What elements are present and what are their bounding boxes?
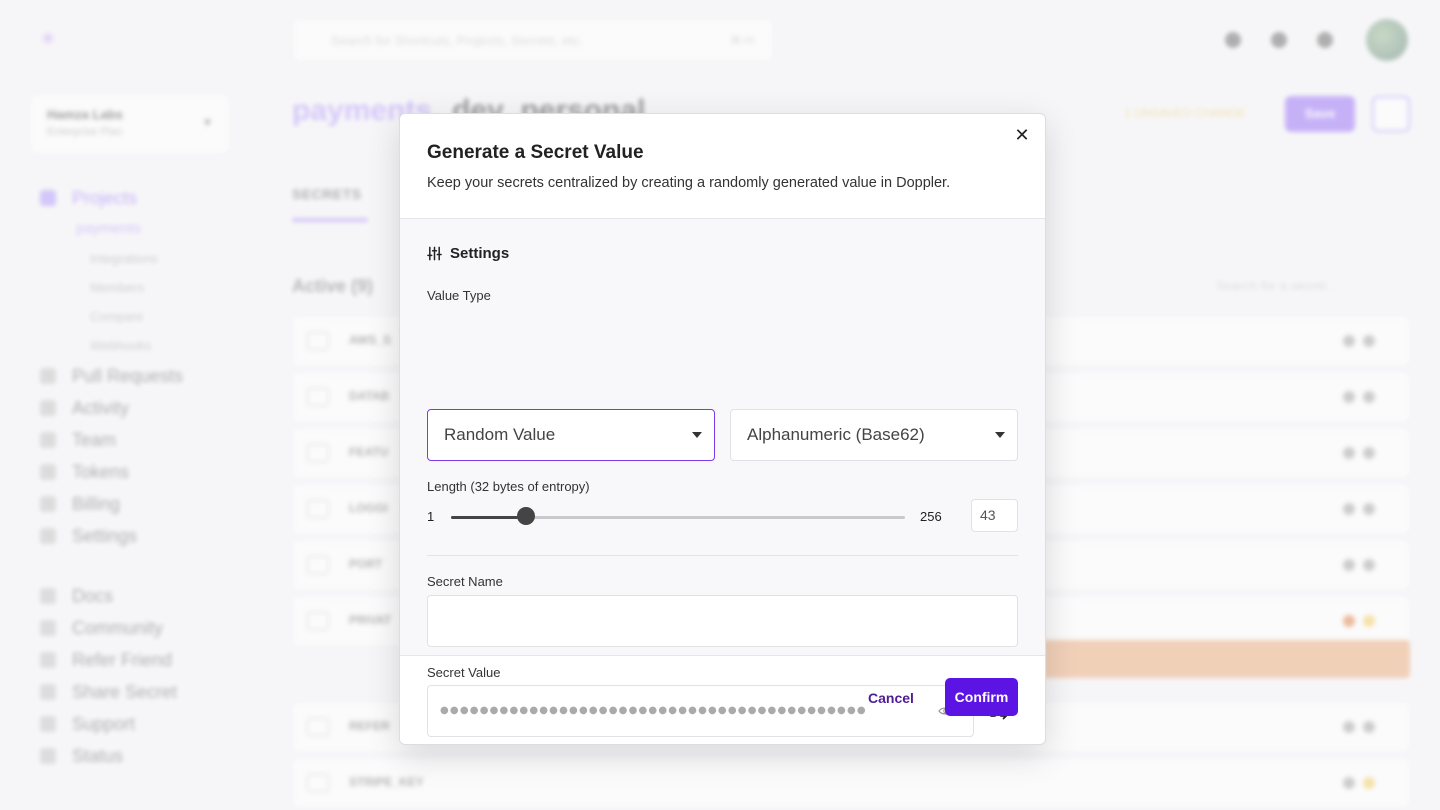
caret-down-icon	[692, 432, 702, 438]
length-input[interactable]: 43	[971, 499, 1018, 532]
secret-name-label: Secret Name	[427, 574, 503, 589]
value-type-selected: Random Value	[444, 425, 556, 444]
settings-heading: Settings	[427, 245, 509, 262]
encoding-selected: Alphanumeric (Base62)	[747, 425, 925, 444]
close-icon[interactable]: ✕	[1011, 124, 1033, 146]
length-min: 1	[427, 509, 435, 524]
confirm-button[interactable]: Confirm	[945, 678, 1018, 716]
length-slider-fill	[451, 516, 526, 519]
encoding-select[interactable]: Alphanumeric (Base62)	[730, 409, 1018, 461]
generate-secret-modal: ✕ Generate a Secret Value Keep your secr…	[399, 113, 1046, 745]
caret-down-icon	[995, 432, 1005, 438]
modal-subtitle: Keep your secrets centralized by creatin…	[427, 175, 951, 191]
sliders-icon	[427, 246, 442, 261]
modal-body: Settings Value Type Random Value Alphanu…	[400, 219, 1045, 737]
value-type-label: Value Type	[427, 288, 491, 303]
length-slider-handle[interactable]	[516, 507, 535, 525]
cancel-button[interactable]: Cancel	[868, 690, 914, 706]
length-max: 256	[920, 509, 942, 524]
length-label: Length (32 bytes of entropy)	[427, 479, 590, 494]
value-type-select[interactable]: Random Value	[427, 409, 715, 461]
modal-footer: Cancel Confirm	[400, 656, 1045, 745]
settings-heading-label: Settings	[450, 245, 510, 262]
section-divider	[427, 555, 1018, 556]
modal-header: Generate a Secret Value Keep your secret…	[400, 114, 1045, 219]
modal-title: Generate a Secret Value	[427, 142, 644, 163]
secret-name-input[interactable]	[427, 595, 1018, 647]
